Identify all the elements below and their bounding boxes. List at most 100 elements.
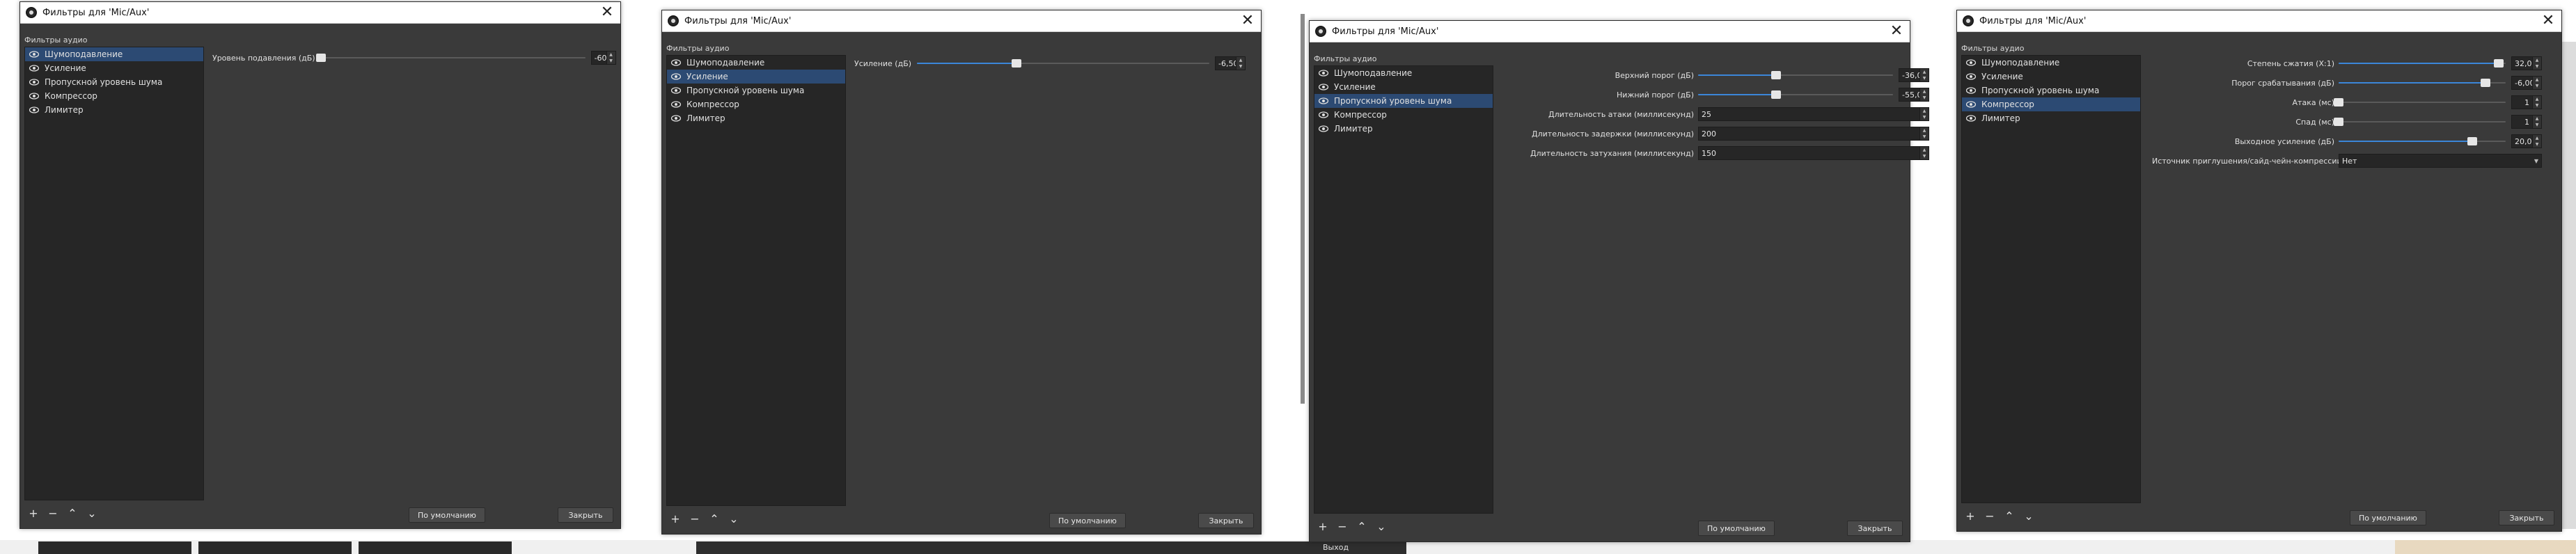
filter-list[interactable]: Шумоподавление Усиление Пропускной уровень… (1961, 55, 2141, 503)
filter-list[interactable]: Шумоподавление Усиление Пропускной уровень… (1314, 65, 1493, 514)
filter-item[interactable]: Шумоподавление (667, 56, 845, 70)
spin-up-icon[interactable]: ▲ (2533, 96, 2541, 102)
filter-list[interactable]: Шумоподавление Усиление Пропускной уровень… (24, 47, 204, 500)
filter-item[interactable]: Лимитер (1962, 111, 2140, 125)
visibility-eye-icon[interactable] (29, 51, 45, 58)
filter-item[interactable]: Усиление (667, 70, 845, 84)
property-value-spinbox[interactable]: 200 ▲ ▼ (1698, 127, 1929, 141)
exit-label[interactable]: Выход (1323, 543, 1349, 552)
spin-down-icon[interactable]: ▼ (2533, 83, 2541, 89)
property-slider[interactable] (1698, 89, 1893, 100)
property-slider[interactable] (2339, 136, 2506, 147)
spin-down-icon[interactable]: ▼ (1920, 75, 1929, 81)
visibility-eye-icon[interactable] (671, 59, 686, 66)
spin-up-icon[interactable]: ▲ (2533, 77, 2541, 83)
defaults-button[interactable]: По умолчанию (1049, 513, 1126, 528)
visibility-eye-icon[interactable] (29, 65, 45, 72)
filter-item[interactable]: Лимитер (25, 103, 203, 117)
filter-item[interactable]: Усиление (25, 61, 203, 75)
spin-down-icon[interactable]: ▼ (1920, 95, 1929, 101)
filter-item[interactable]: Компрессор (25, 89, 203, 103)
property-value-spinbox[interactable]: 150 ▲ ▼ (1698, 146, 1929, 160)
spin-down-icon[interactable]: ▼ (2533, 102, 2541, 109)
visibility-eye-icon[interactable] (1966, 59, 1981, 66)
close-window-icon[interactable]: ✕ (1887, 22, 1906, 40)
arrow-down-icon[interactable]: ⌄ (1375, 521, 1388, 533)
visibility-eye-icon[interactable] (1319, 70, 1334, 77)
property-value-spinbox[interactable]: 1 ▲ ▼ (2511, 115, 2542, 129)
property-slider[interactable] (917, 58, 1210, 69)
sidechain-source-select[interactable]: Нет ▼ (2339, 154, 2542, 168)
title-bar[interactable]: Фильтры для 'Mic/Aux' ✕ (20, 2, 620, 24)
close-button[interactable]: Закрыть (1847, 521, 1903, 536)
arrow-down-icon[interactable]: ⌄ (86, 507, 98, 520)
minus-icon[interactable]: − (47, 507, 59, 520)
close-button[interactable]: Закрыть (1198, 513, 1254, 528)
spin-up-icon[interactable]: ▲ (2533, 116, 2541, 122)
slider-handle[interactable] (2467, 137, 2477, 145)
visibility-eye-icon[interactable] (1319, 97, 1334, 104)
filter-item[interactable]: Пропускной уровень шума (1314, 94, 1493, 108)
property-value-spinbox[interactable]: -6,50 ▲ ▼ (1215, 56, 1246, 70)
slider-handle[interactable] (315, 54, 326, 62)
spin-down-icon[interactable]: ▼ (2533, 122, 2541, 128)
filter-item[interactable]: Пропускной уровень шума (667, 84, 845, 97)
slider-handle[interactable] (1771, 90, 1781, 99)
filter-item[interactable]: Компрессор (1962, 97, 2140, 111)
property-value-spinbox[interactable]: 32,00▲▼ (2511, 56, 2542, 70)
visibility-eye-icon[interactable] (1966, 73, 1981, 80)
defaults-button[interactable]: По умолчанию (409, 507, 485, 523)
property-value-spinbox[interactable]: 20,00▲▼ (2511, 134, 2542, 148)
spin-up-icon[interactable]: ▲ (1920, 147, 1929, 153)
slider-handle[interactable] (1771, 71, 1781, 79)
filter-item[interactable]: Шумоподавление (1314, 66, 1493, 80)
spin-up-icon[interactable]: ▲ (1920, 108, 1929, 114)
title-bar[interactable]: Фильтры для 'Mic/Aux' ✕ (662, 10, 1261, 32)
visibility-eye-icon[interactable] (1319, 125, 1334, 132)
visibility-eye-icon[interactable] (1966, 87, 1981, 94)
spin-up-icon[interactable]: ▲ (2533, 57, 2541, 63)
spin-down-icon[interactable]: ▼ (607, 58, 615, 64)
slider-handle[interactable] (2481, 79, 2491, 87)
title-bar[interactable]: Фильтры для 'Mic/Aux' ✕ (1310, 21, 1910, 42)
minus-icon[interactable]: − (689, 513, 701, 525)
filter-item[interactable]: Пропускной уровень шума (25, 75, 203, 89)
filter-item[interactable]: Лимитер (667, 111, 845, 125)
property-slider[interactable] (2334, 97, 2506, 108)
property-slider[interactable] (2339, 77, 2506, 88)
defaults-button[interactable]: По умолчанию (1698, 521, 1775, 536)
property-value-spinbox[interactable]: -6,00 ▲ ▼ (2511, 76, 2542, 90)
spin-down-icon[interactable]: ▼ (1236, 63, 1245, 70)
slider-handle[interactable] (1011, 59, 1021, 68)
filter-item[interactable]: Компрессор (1314, 108, 1493, 122)
spin-down-icon[interactable]: ▼ (2533, 63, 2541, 70)
spin-up-icon[interactable]: ▲ (1236, 57, 1245, 63)
filter-item[interactable]: Усиление (1314, 80, 1493, 94)
spin-down-icon[interactable]: ▼ (1920, 153, 1929, 159)
slider-handle[interactable] (2494, 59, 2504, 68)
arrow-down-icon[interactable]: ⌄ (2023, 510, 2035, 523)
arrow-up-icon[interactable]: ⌃ (1356, 521, 1368, 533)
property-value-spinbox[interactable]: 25 ▲ ▼ (1698, 107, 1929, 121)
visibility-eye-icon[interactable] (671, 101, 686, 108)
property-value-spinbox[interactable]: -60 ▲ ▼ (590, 51, 616, 65)
visibility-eye-icon[interactable] (671, 87, 686, 94)
title-bar[interactable]: Фильтры для 'Mic/Aux' ✕ (1957, 10, 2561, 32)
visibility-eye-icon[interactable] (29, 106, 45, 113)
property-slider[interactable] (2334, 116, 2506, 127)
property-slider[interactable] (315, 52, 586, 63)
filter-item[interactable]: Усиление (1962, 70, 2140, 84)
visibility-eye-icon[interactable] (1319, 84, 1334, 90)
visibility-eye-icon[interactable] (1319, 111, 1334, 118)
arrow-up-icon[interactable]: ⌃ (708, 513, 721, 525)
spin-up-icon[interactable]: ▲ (607, 52, 615, 58)
filter-item[interactable]: Шумоподавление (25, 47, 203, 61)
arrow-up-icon[interactable]: ⌃ (66, 507, 79, 520)
spin-down-icon[interactable]: ▼ (1920, 114, 1929, 120)
property-slider[interactable] (1698, 70, 1893, 81)
filter-item[interactable]: Пропускной уровень шума (1962, 84, 2140, 97)
property-slider[interactable] (2339, 58, 2506, 69)
minus-icon[interactable]: − (1984, 510, 1996, 523)
minus-icon[interactable]: − (1336, 521, 1349, 533)
close-window-icon[interactable]: ✕ (2539, 12, 2557, 30)
